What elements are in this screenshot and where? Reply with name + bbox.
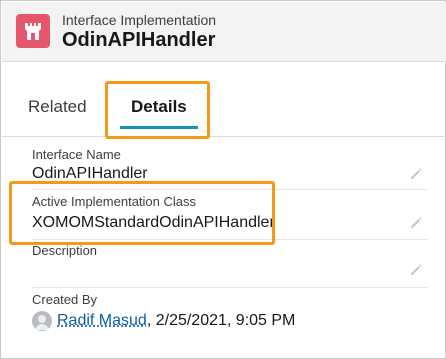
edit-pencil-icon[interactable] xyxy=(409,263,423,277)
field-value: Radif Masud , 2/25/2021, 9:05 PM xyxy=(32,311,295,331)
tab-related[interactable]: Related xyxy=(28,97,87,117)
field-label: Description xyxy=(32,243,98,258)
field-divider xyxy=(32,287,428,288)
tab-bar: Related Details xyxy=(2,77,446,137)
callout-highlight-tab xyxy=(105,81,210,139)
field-description: Description xyxy=(32,243,432,289)
callout-highlight-field xyxy=(9,181,275,245)
field-label: Interface Name xyxy=(32,147,121,162)
user-avatar[interactable] xyxy=(32,311,52,331)
field-created-by: Created By Radif Masud , 2/25/2021, 9:05… xyxy=(32,292,432,342)
castle-icon xyxy=(16,14,50,48)
object-type-label: Interface Implementation xyxy=(62,12,217,28)
created-by-user-link[interactable]: Radif Masud xyxy=(57,312,147,330)
tab-divider xyxy=(2,136,446,137)
record-title: OdinAPIHandler xyxy=(62,29,216,51)
field-label: Created By xyxy=(32,292,98,307)
record-detail-panel: Interface Implementation OdinAPIHandler … xyxy=(0,0,446,359)
created-date: , 2/25/2021, 9:05 PM xyxy=(146,312,296,329)
record-header: Interface Implementation OdinAPIHandler xyxy=(2,2,446,62)
edit-pencil-icon[interactable] xyxy=(409,167,423,181)
edit-pencil-icon[interactable] xyxy=(409,216,423,230)
